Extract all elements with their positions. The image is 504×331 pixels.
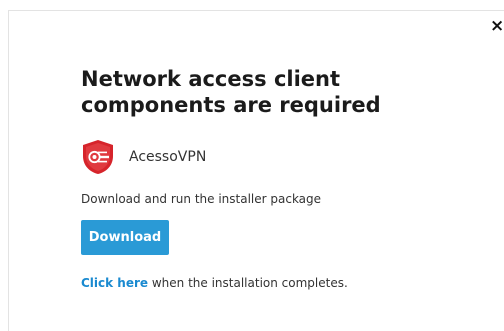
app-name: AcessoVPN bbox=[129, 149, 207, 165]
install-dialog: × Network access client components are r… bbox=[8, 10, 504, 331]
shield-vpn-icon bbox=[83, 140, 113, 174]
page-title: Network access client components are req… bbox=[81, 67, 381, 117]
app-row: AcessoVPN bbox=[81, 139, 206, 175]
close-icon[interactable]: × bbox=[490, 17, 504, 35]
instruction-text: Download and run the installer package bbox=[81, 192, 322, 206]
download-button[interactable]: Download bbox=[81, 220, 169, 255]
completion-message: Click here when the installation complet… bbox=[81, 276, 348, 290]
click-here-link[interactable]: Click here bbox=[81, 276, 148, 290]
completion-text: when the installation completes. bbox=[148, 276, 348, 290]
